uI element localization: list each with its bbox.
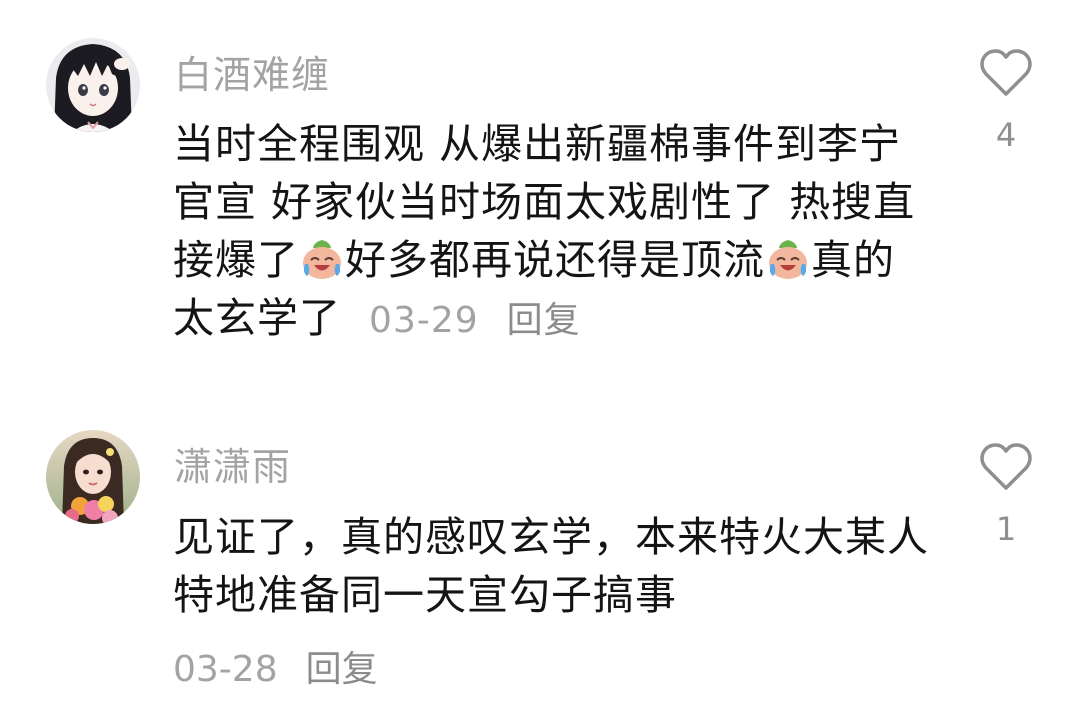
comment-date: 03-29 [369, 300, 479, 341]
like-count: 1 [995, 510, 1017, 548]
heart-outline-icon[interactable] [978, 442, 1034, 496]
comment-date: 03-28 [173, 649, 278, 690]
crying-laughing-emoji-icon [765, 236, 811, 282]
comment-text-part: 好多都再说还得是顶流 [345, 236, 765, 284]
reply-button[interactable]: 回复 [507, 300, 581, 341]
comment-item: 白酒难缠 当时全程围观 从爆出新疆棉事件到李宁官宣 好家伙当时场面太戏剧性了 热… [0, 0, 1080, 380]
like-area: 1 [978, 442, 1034, 548]
avatar[interactable] [46, 38, 140, 132]
comment-meta: 03-29 回复 [369, 300, 581, 341]
username[interactable]: 潇潇雨 [174, 436, 291, 491]
comment-meta: 03-28 回复 [173, 640, 378, 692]
avatar[interactable] [46, 430, 140, 524]
crying-laughing-emoji-icon [299, 236, 345, 282]
reply-button[interactable]: 回复 [306, 649, 378, 690]
like-area: 4 [978, 48, 1034, 154]
like-count: 4 [995, 116, 1017, 154]
comment-item: 潇潇雨 见证了，真的感叹玄学，本来特火大某人特地准备同一天宣勾子搞事 03-28… [0, 380, 1080, 706]
comment-text: 当时全程围观 从爆出新疆棉事件到李宁官宣 好家伙当时场面太戏剧性了 热搜直接爆了… [173, 115, 933, 350]
heart-outline-icon[interactable] [978, 48, 1034, 102]
girl-with-flowers-avatar-icon [46, 430, 140, 524]
username[interactable]: 白酒难缠 [174, 44, 330, 99]
comment-text-part: 见证了，真的感叹玄学，本来特火大某人特地准备同一天宣勾子搞事 [173, 513, 929, 619]
anime-girl-avatar-icon [46, 38, 140, 132]
comment-text: 见证了，真的感叹玄学，本来特火大某人特地准备同一天宣勾子搞事 [173, 508, 933, 624]
